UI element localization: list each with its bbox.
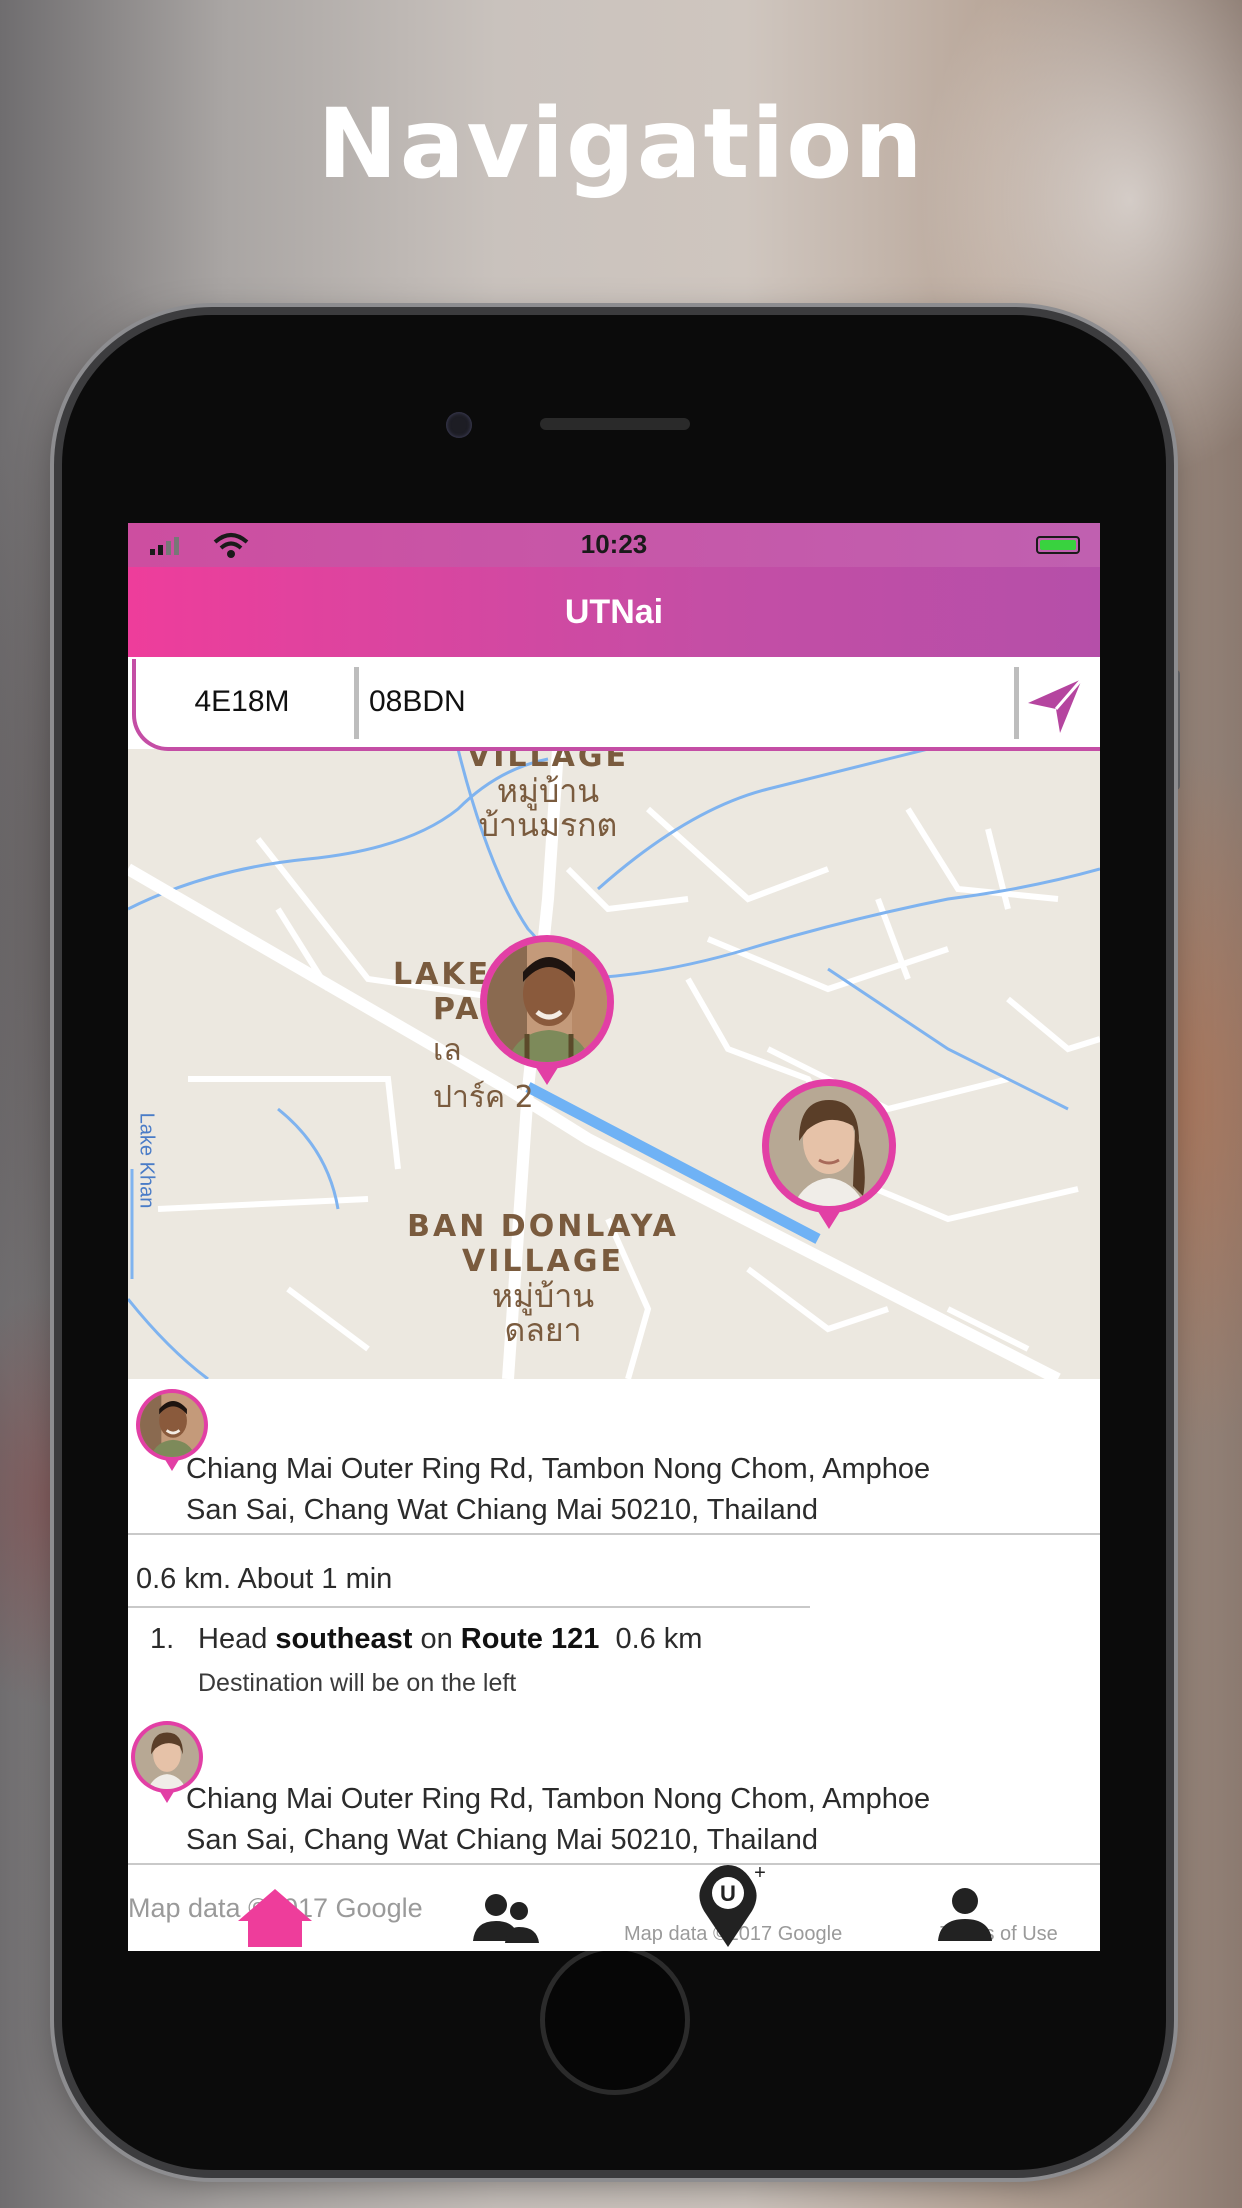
avatar <box>769 1086 889 1206</box>
mute-switch <box>52 535 60 605</box>
power-button <box>1172 670 1180 790</box>
destination-address-line1: Chiang Mai Outer Ring Rd, Tambon Nong Ch… <box>186 1783 931 1815</box>
profile-icon[interactable] <box>920 1881 1010 1951</box>
step-preposition: on <box>420 1623 453 1655</box>
step-distance: 0.6 km <box>615 1623 703 1655</box>
step-direction: southeast <box>275 1623 413 1655</box>
tab-bar: U + <box>128 1862 1100 1951</box>
code-bar: 4E18M 08BDN <box>132 659 1100 751</box>
step-road: Route 121 <box>460 1623 600 1655</box>
app-title: UTNai <box>564 593 664 631</box>
map-label-donlaya: BAN DONLAYA <box>407 1209 679 1244</box>
map-label-village-top-thai: หมู่บ้าน <box>496 772 600 810</box>
origin-address-line2: San Sai, Chang Wat Chiang Mai 50210, Tha… <box>186 1494 818 1526</box>
send-arrow-icon[interactable] <box>1022 673 1086 737</box>
volume-down-button <box>52 810 60 930</box>
code-divider <box>354 667 359 739</box>
divider <box>128 1863 1100 1865</box>
destination-pin[interactable] <box>762 1079 896 1229</box>
volume-up-button <box>52 660 60 780</box>
origin-address-line1: Chiang Mai Outer Ring Rd, Tambon Nong Ch… <box>186 1453 931 1485</box>
divider <box>128 1533 1100 1535</box>
earpiece-speaker <box>540 418 690 430</box>
map-label-village-top-thai2: บ้านมรกต <box>478 806 618 844</box>
map-label-donlaya-thai2: ดลยา <box>504 1311 582 1349</box>
front-camera <box>446 412 472 438</box>
step-number: 1. <box>150 1623 175 1655</box>
battery-icon <box>1036 536 1080 554</box>
svg-text:+: + <box>754 1862 766 1884</box>
map-label-donlaya-thai: หมู่บ้าน <box>491 1277 595 1315</box>
add-location-icon[interactable]: U + <box>688 1857 778 1951</box>
step-verb: Head <box>198 1623 268 1655</box>
status-time: 10:23 <box>580 529 648 559</box>
map-label-lake: Lake Khan <box>135 1112 158 1209</box>
avatar <box>140 1393 204 1457</box>
svg-text:U: U <box>720 1881 736 1906</box>
send-divider <box>1014 667 1019 739</box>
divider <box>128 1606 810 1608</box>
step-instruction: Head southeast on Route 121 0.6 km <box>198 1623 702 1656</box>
route-summary: 0.6 km. About 1 min <box>136 1563 393 1595</box>
destination-code-field[interactable]: 08BDN <box>369 685 769 719</box>
destination-address: Chiang Mai Outer Ring Rd, Tambon Nong Ch… <box>186 1779 1096 1861</box>
home-icon[interactable] <box>230 1881 320 1951</box>
app-header: UTNai <box>128 567 1100 657</box>
step-note: Destination will be on the left <box>198 1669 517 1697</box>
origin-code-field[interactable]: 4E18M <box>172 685 312 719</box>
hero-title: Navigation <box>317 88 925 200</box>
destination-address-line2: San Sai, Chang Wat Chiang Mai 50210, Tha… <box>186 1824 818 1856</box>
phone-screen: 10:23 UTNai 4E18M 08BDN VILLAGE หมู่บ้าน… <box>128 523 1100 1951</box>
map-label-donlaya-village: VILLAGE <box>462 1244 624 1279</box>
map-view[interactable]: VILLAGE หมู่บ้าน บ้านมรกต LAKESIDE PA เล… <box>128 749 1100 1379</box>
friends-icon[interactable] <box>461 1881 551 1951</box>
origin-pin[interactable] <box>480 935 614 1085</box>
origin-address: Chiang Mai Outer Ring Rd, Tambon Nong Ch… <box>186 1449 1096 1531</box>
avatar <box>487 942 607 1062</box>
home-button[interactable] <box>540 1945 690 2095</box>
status-bar: 10:23 <box>128 523 1100 567</box>
map-label-village-top: VILLAGE <box>467 749 629 774</box>
